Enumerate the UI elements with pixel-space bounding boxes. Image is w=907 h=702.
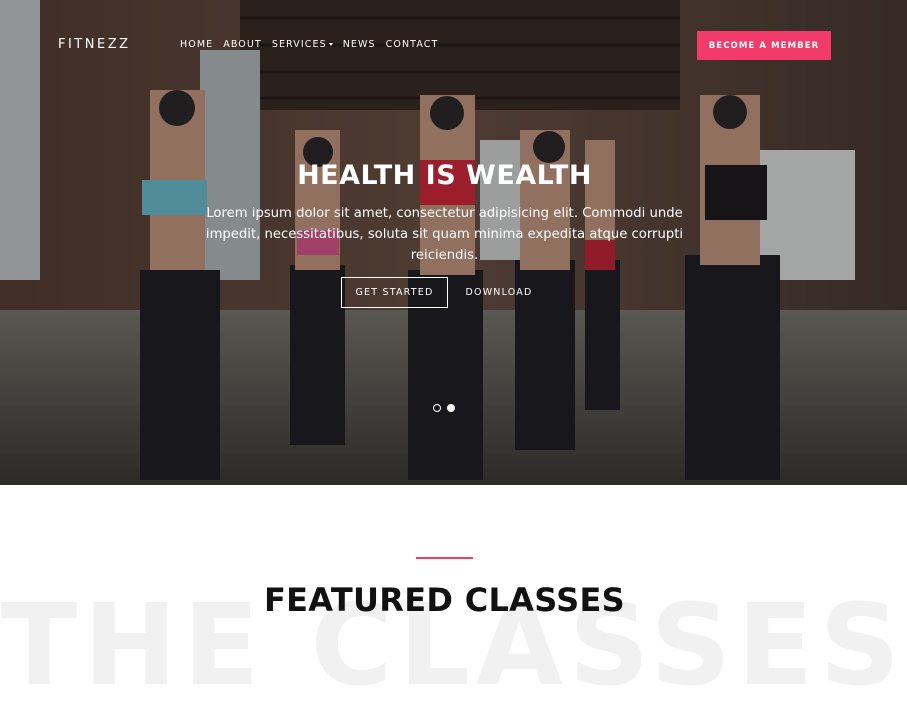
caret-down-icon bbox=[328, 42, 333, 46]
hero-title: HEALTH IS WEALTH bbox=[297, 160, 592, 191]
nav-item-about[interactable]: ABOUT bbox=[223, 39, 262, 50]
become-member-button[interactable]: BECOME A MEMBER bbox=[697, 31, 831, 60]
slider-dot-2[interactable] bbox=[447, 404, 455, 412]
nav-item-news[interactable]: NEWS bbox=[343, 39, 376, 50]
download-button[interactable]: DOWNLOAD bbox=[456, 277, 542, 308]
section-accent-line bbox=[416, 557, 473, 559]
hero-section: FITNEZZ HOME ABOUT SERVICES NEWS CONTACT… bbox=[0, 0, 907, 485]
hero-description: Lorem ipsum dolor sit amet, consectetur … bbox=[205, 206, 684, 263]
nav-item-label: CONTACT bbox=[385, 39, 439, 50]
nav-item-label: NEWS bbox=[342, 39, 376, 50]
nav-item-contact[interactable]: CONTACT bbox=[386, 39, 439, 50]
nav-item-label: SERVICES bbox=[271, 39, 327, 50]
nav-item-home[interactable]: HOME bbox=[180, 39, 213, 50]
get-started-button[interactable]: GET STARTED bbox=[341, 277, 448, 308]
slider-dot-1[interactable] bbox=[433, 404, 441, 412]
nav-item-label: ABOUT bbox=[223, 39, 262, 50]
brand-logo[interactable]: FITNEZZ bbox=[58, 37, 131, 52]
main-nav: HOME ABOUT SERVICES NEWS CONTACT bbox=[180, 39, 448, 50]
nav-item-services[interactable]: SERVICES bbox=[272, 39, 333, 50]
nav-item-label: HOME bbox=[180, 39, 214, 50]
slider-dots bbox=[433, 404, 455, 412]
section-title: FEATURED CLASSES bbox=[263, 581, 626, 619]
